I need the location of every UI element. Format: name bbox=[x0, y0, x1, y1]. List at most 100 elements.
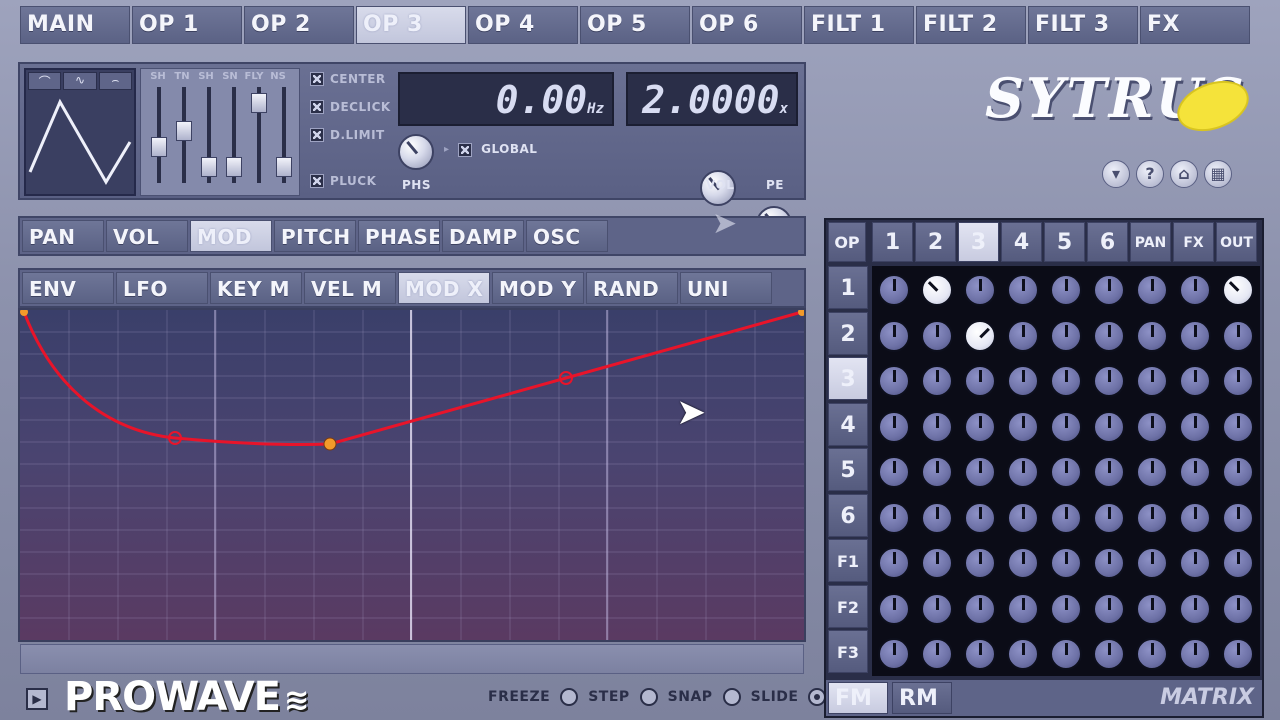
modulation-knob[interactable] bbox=[921, 501, 953, 534]
matrix-col-1[interactable]: 1 bbox=[872, 222, 913, 262]
slider-handle[interactable] bbox=[176, 121, 192, 141]
sine-shape-icon[interactable]: ⌒ bbox=[28, 72, 62, 90]
option-dlimit[interactable]: D.LIMIT bbox=[310, 128, 385, 142]
modulation-knob[interactable] bbox=[1222, 456, 1254, 488]
modulation-knob[interactable] bbox=[964, 501, 996, 534]
modulation-knob[interactable] bbox=[1007, 274, 1039, 306]
section-tab-osc[interactable]: OSC bbox=[526, 220, 608, 252]
shape-slider[interactable] bbox=[201, 87, 217, 183]
modulation-knob[interactable] bbox=[1179, 274, 1211, 306]
section-tab-damp[interactable]: DAMP bbox=[442, 220, 524, 252]
matrix-row-5[interactable]: 5 bbox=[828, 448, 868, 491]
modulation-knob[interactable] bbox=[878, 547, 910, 579]
tab-main[interactable]: MAIN bbox=[20, 6, 130, 44]
modulation-knob[interactable] bbox=[1050, 365, 1082, 397]
modulation-knob[interactable] bbox=[1136, 501, 1168, 534]
modulation-knob[interactable] bbox=[1007, 547, 1039, 579]
option-checkbox[interactable] bbox=[310, 128, 324, 142]
modulation-knob[interactable] bbox=[964, 410, 996, 443]
modulation-knob[interactable] bbox=[921, 456, 953, 488]
modulation-knob[interactable] bbox=[1093, 501, 1125, 534]
section-tab-pitch[interactable]: PITCH bbox=[274, 220, 356, 252]
modulation-knob[interactable] bbox=[1222, 547, 1254, 579]
modulation-knob[interactable] bbox=[1050, 547, 1082, 579]
envelope-tab-key-m[interactable]: KEY M bbox=[210, 272, 302, 304]
modulation-knob[interactable] bbox=[878, 274, 910, 306]
tab-op-6[interactable]: OP 6 bbox=[692, 6, 802, 44]
freeze-toggle[interactable] bbox=[560, 688, 579, 706]
ratio-display[interactable]: 2.0000x bbox=[626, 72, 798, 126]
option-checkbox[interactable] bbox=[310, 72, 324, 86]
phase-knob[interactable] bbox=[398, 134, 434, 170]
snap-toggle[interactable] bbox=[722, 688, 741, 706]
matrix-row-f2[interactable]: F2 bbox=[828, 584, 868, 628]
modulation-knob[interactable] bbox=[878, 501, 910, 534]
matrix-tab-rm[interactable]: RM bbox=[892, 682, 952, 714]
slider-handle[interactable] bbox=[251, 93, 267, 113]
modulation-knob[interactable] bbox=[964, 319, 996, 352]
shape-slider[interactable] bbox=[176, 87, 192, 183]
slider-handle[interactable] bbox=[226, 157, 242, 177]
modulation-knob[interactable] bbox=[1222, 365, 1254, 397]
wave-shape-icon[interactable]: ∿ bbox=[63, 72, 97, 90]
envelope-point[interactable] bbox=[323, 437, 337, 451]
modulation-knob[interactable] bbox=[1179, 547, 1211, 579]
global-option[interactable]: GLOBAL bbox=[458, 142, 537, 161]
matrix-col-2[interactable]: 2 bbox=[915, 222, 956, 262]
modulation-knob[interactable] bbox=[1050, 319, 1082, 352]
modulation-knob[interactable] bbox=[964, 592, 996, 625]
modulation-knob[interactable] bbox=[1007, 638, 1039, 670]
tab-op-1[interactable]: OP 1 bbox=[132, 6, 242, 44]
modulation-knob[interactable] bbox=[964, 365, 996, 397]
modulation-knob[interactable] bbox=[1007, 410, 1039, 443]
matrix-row-3[interactable]: 3 bbox=[828, 357, 868, 400]
modulation-knob[interactable] bbox=[921, 365, 953, 397]
play-icon[interactable]: ▶ bbox=[26, 688, 48, 710]
modulation-knob[interactable] bbox=[1136, 319, 1168, 352]
envelope-point[interactable] bbox=[798, 310, 804, 316]
slider-handle[interactable] bbox=[201, 157, 217, 177]
modulation-knob[interactable] bbox=[1007, 365, 1039, 397]
modulation-knob[interactable] bbox=[1007, 501, 1039, 534]
shape-slider[interactable] bbox=[226, 87, 242, 183]
option-declick[interactable]: DECLICK bbox=[310, 100, 391, 114]
modulation-knob[interactable] bbox=[1179, 319, 1211, 352]
modulation-knob[interactable] bbox=[1222, 638, 1254, 670]
modulation-knob[interactable] bbox=[964, 274, 996, 306]
envelope-tab-uni[interactable]: UNI bbox=[680, 272, 772, 304]
modulation-knob[interactable] bbox=[1007, 456, 1039, 488]
section-tab-phase[interactable]: PHASE bbox=[358, 220, 440, 252]
modulation-knob[interactable] bbox=[1179, 365, 1211, 397]
modulation-knob[interactable] bbox=[1136, 365, 1168, 397]
matrix-row-4[interactable]: 4 bbox=[828, 402, 868, 446]
matrix-row-1[interactable]: 1 bbox=[828, 266, 868, 309]
modulation-knob[interactable] bbox=[1222, 501, 1254, 534]
modulation-knob[interactable] bbox=[921, 410, 953, 443]
modulation-knob[interactable] bbox=[1136, 456, 1168, 488]
slider-handle[interactable] bbox=[151, 137, 167, 157]
section-tab-vol[interactable]: VOL bbox=[106, 220, 188, 252]
modulation-knob[interactable] bbox=[921, 638, 953, 670]
modulation-knob[interactable] bbox=[1136, 547, 1168, 579]
section-tab-mod[interactable]: MOD bbox=[190, 220, 272, 252]
modulation-knob[interactable] bbox=[1093, 319, 1125, 352]
option-center[interactable]: CENTER bbox=[310, 72, 386, 86]
shape-slider[interactable] bbox=[151, 87, 167, 183]
modulation-knob[interactable] bbox=[878, 319, 910, 352]
modulation-knob[interactable] bbox=[1222, 592, 1254, 625]
envelope-tab-mod-y[interactable]: MOD Y bbox=[492, 272, 584, 304]
modulation-knob[interactable] bbox=[1222, 274, 1254, 306]
modulation-knob[interactable] bbox=[1222, 410, 1254, 443]
modulation-knob[interactable] bbox=[1093, 410, 1125, 443]
tab-op-4[interactable]: OP 4 bbox=[468, 6, 578, 44]
help-icon[interactable]: ? bbox=[1136, 160, 1164, 188]
modulation-knob[interactable] bbox=[1136, 274, 1168, 306]
modulation-knob[interactable] bbox=[1093, 592, 1125, 625]
modulation-knob[interactable] bbox=[1093, 365, 1125, 397]
tab-filt-1[interactable]: FILT 1 bbox=[804, 6, 914, 44]
modulation-knob[interactable] bbox=[1093, 456, 1125, 488]
modulation-knob[interactable] bbox=[1007, 319, 1039, 352]
modulation-knob[interactable] bbox=[1050, 410, 1082, 443]
modulation-knob[interactable] bbox=[964, 547, 996, 579]
section-tab-pan[interactable]: PAN bbox=[22, 220, 104, 252]
